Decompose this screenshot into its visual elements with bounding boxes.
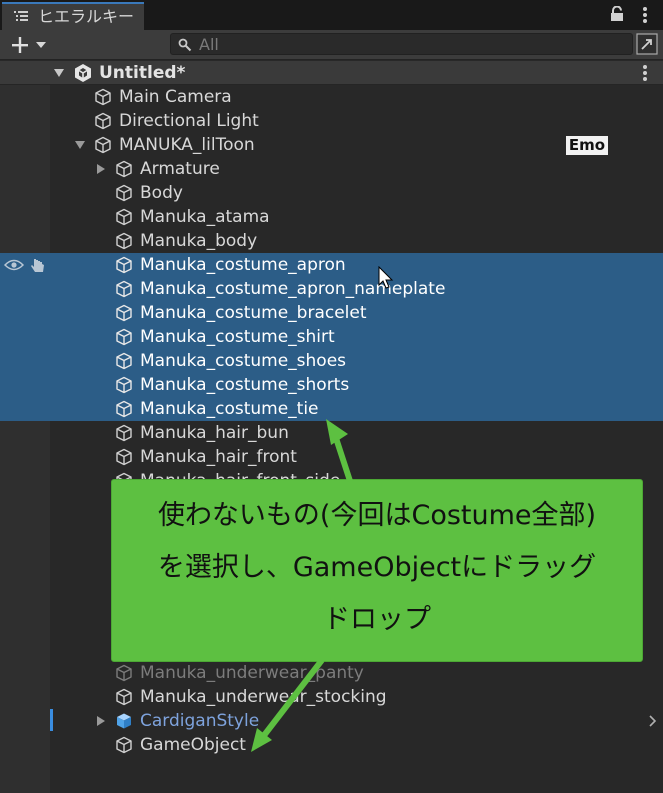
arrow-to-gameobject (259, 658, 325, 740)
drag-arrows (251, 419, 353, 752)
arrow-head-up (326, 419, 348, 445)
